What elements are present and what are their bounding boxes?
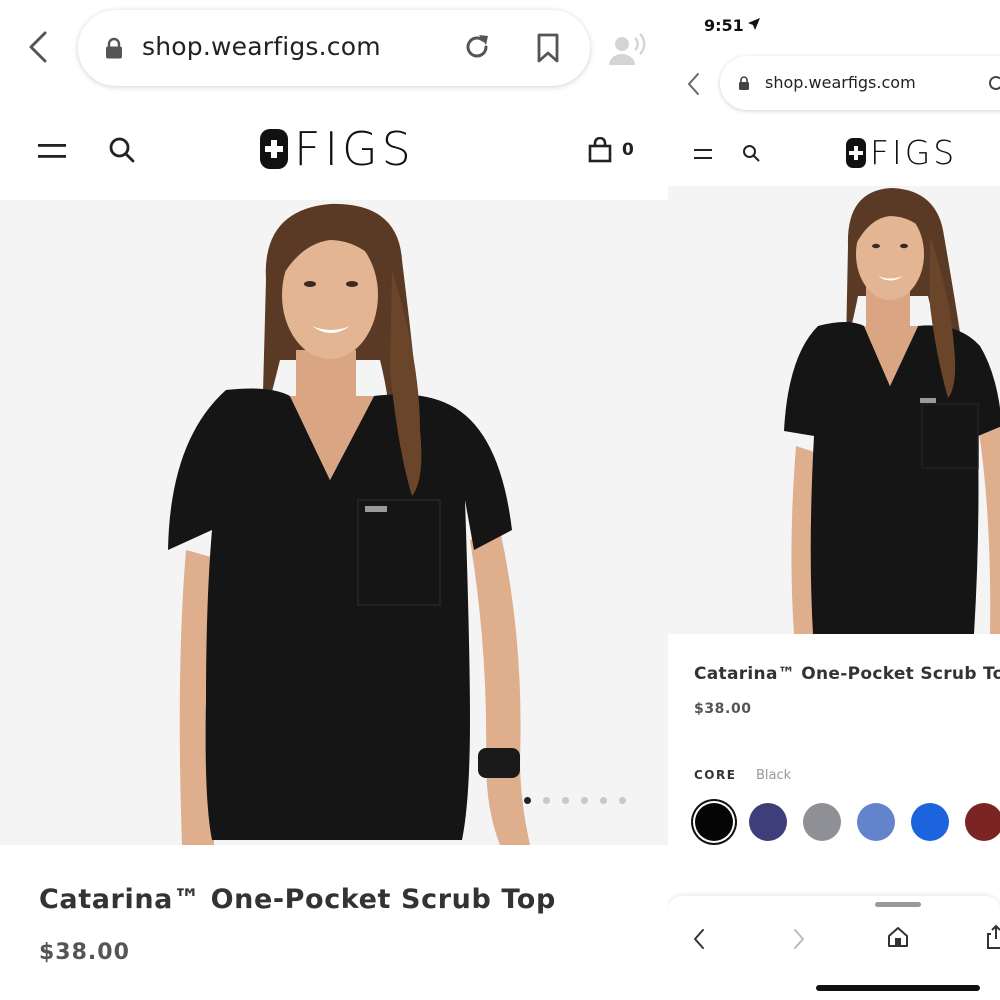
url-text[interactable]: shop.wearfigs.com	[765, 73, 916, 92]
product-title: Catarina™ One-Pocket Scrub Top	[39, 884, 556, 915]
model-illustration	[168, 203, 530, 845]
bag-icon[interactable]	[588, 137, 612, 163]
bookmark-icon[interactable]	[536, 33, 560, 63]
url-text[interactable]: shop.wearfigs.com	[142, 32, 381, 61]
sheet-grabber[interactable]	[875, 902, 921, 907]
carousel-dot[interactable]	[600, 797, 607, 804]
menu-icon[interactable]	[38, 141, 66, 161]
color-swatch[interactable]	[965, 803, 1000, 841]
share-icon[interactable]	[986, 924, 1000, 950]
logo-cross-icon	[260, 129, 288, 169]
status-time: 9:51	[704, 16, 744, 35]
logo-text: FIGS	[870, 133, 958, 172]
carousel-dot[interactable]	[581, 797, 588, 804]
product-image[interactable]	[668, 186, 1000, 634]
product-price: $38.00	[694, 701, 752, 717]
logo-text: FIGS	[294, 122, 415, 176]
lock-icon	[739, 76, 749, 90]
home-icon[interactable]	[887, 926, 909, 948]
product-price: $38.00	[39, 940, 130, 965]
lock-icon	[106, 37, 122, 59]
product-image[interactable]	[0, 200, 668, 845]
carousel-dot[interactable]	[619, 797, 626, 804]
home-indicator[interactable]	[816, 985, 980, 991]
color-swatch[interactable]	[857, 803, 895, 841]
color-swatch[interactable]	[695, 803, 733, 841]
search-icon[interactable]	[108, 136, 136, 164]
back-chevron-icon[interactable]	[26, 30, 50, 64]
search-icon[interactable]	[742, 144, 760, 162]
color-swatch[interactable]	[911, 803, 949, 841]
selected-color-name: Black	[756, 768, 792, 783]
voice-icon[interactable]	[608, 32, 648, 66]
back-chevron-icon[interactable]	[686, 72, 700, 96]
location-arrow-icon	[748, 18, 760, 30]
figs-logo[interactable]: FIGS	[846, 136, 957, 170]
carousel-dots[interactable]	[524, 797, 626, 804]
color-swatches	[695, 803, 1000, 841]
model-illustration	[784, 188, 1000, 634]
left-screenshot: shop.wearfigs.com FIGS 0 Catarina™ One-P…	[0, 0, 668, 1000]
forward-icon[interactable]	[792, 928, 806, 950]
reload-icon[interactable]	[462, 32, 492, 62]
color-group-label: CORE	[694, 768, 737, 782]
back-icon[interactable]	[692, 928, 706, 950]
figs-logo[interactable]: FIGS	[260, 126, 415, 172]
logo-cross-icon	[846, 138, 866, 168]
reload-icon[interactable]	[986, 73, 1000, 93]
carousel-dot[interactable]	[524, 797, 531, 804]
menu-icon[interactable]	[694, 147, 712, 161]
carousel-dot[interactable]	[543, 797, 550, 804]
color-swatch[interactable]	[803, 803, 841, 841]
right-screenshot: 9:51 shop.wearfigs.com FIGS Catarina™ On…	[668, 0, 1000, 1000]
product-title: Catarina™ One-Pocket Scrub To	[694, 664, 1000, 684]
carousel-dot[interactable]	[562, 797, 569, 804]
cart-count: 0	[622, 140, 634, 160]
color-swatch[interactable]	[749, 803, 787, 841]
